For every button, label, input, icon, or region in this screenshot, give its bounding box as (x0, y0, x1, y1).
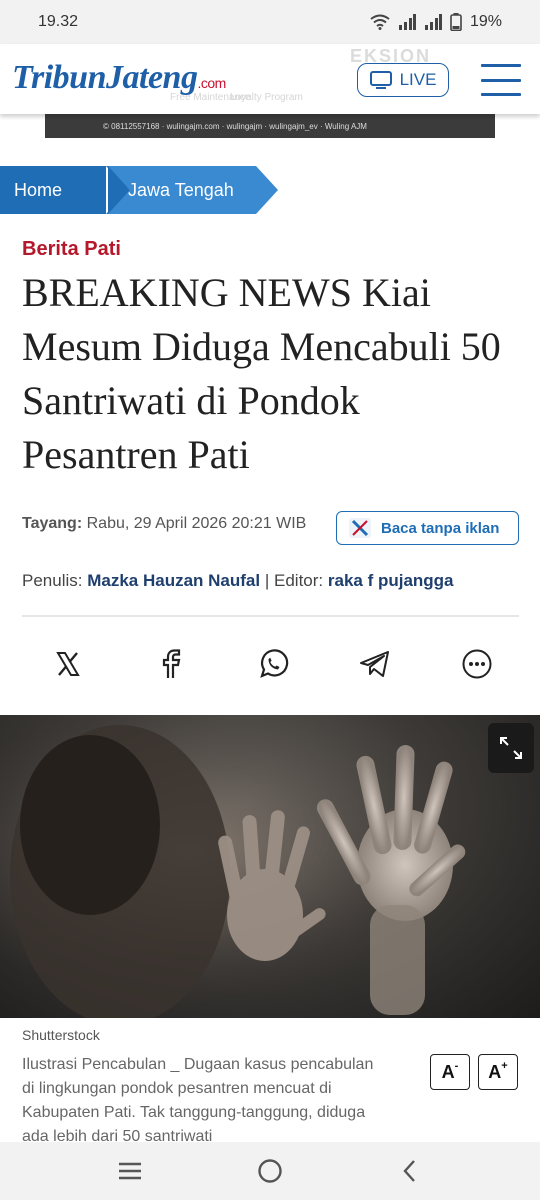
image-caption: Ilustrasi Pencabulan _ Dugaan kasus penc… (22, 1056, 374, 1141)
live-label: LIVE (399, 70, 437, 89)
logo-text: TribunJateng (12, 59, 198, 96)
byline: Penulis: Mazka Hauzan Naufal | Editor: r… (22, 571, 454, 591)
battery-icon (450, 13, 462, 31)
back-icon[interactable] (390, 1151, 430, 1191)
decrease-font-sign: - (454, 1060, 459, 1072)
publish-date: Rabu, 29 April 2026 20:21 WIB (86, 515, 307, 532)
breadcrumb-home-label: Home (14, 179, 63, 200)
illustration-image (0, 715, 540, 1018)
more-icon[interactable] (459, 646, 495, 682)
article-headline: BREAKING NEWS Kiai Mesum Diduga Mencabul… (22, 270, 501, 477)
article-category[interactable]: Berita Pati (22, 238, 121, 261)
system-nav-bar (0, 1142, 540, 1200)
read-ad-free-button[interactable]: Baca tanpa iklan (336, 511, 519, 545)
decrease-font-button[interactable]: A- (430, 1054, 470, 1090)
editor-name[interactable]: raka f pujangga (328, 571, 454, 590)
live-button[interactable]: LIVE (357, 63, 449, 97)
image-credit: Shutterstock (22, 1027, 100, 1043)
breadcrumb-home[interactable]: Home (0, 166, 130, 214)
wifi-icon (370, 14, 390, 30)
breadcrumb-section-label: Jawa Tengah (128, 179, 234, 200)
breadcrumb: Jawa Tengah Home (0, 166, 540, 214)
signal-icon (398, 14, 416, 30)
status-icons: 19% (370, 13, 502, 31)
site-header: EKSION Free Maintenance Loyalty Program … (0, 44, 540, 114)
ad-contact-text: © 08112557168 · wulingajm.com · wulingaj… (103, 121, 367, 131)
byline-separator: | (264, 571, 270, 590)
writer-name[interactable]: Mazka Hauzan Naufal (87, 571, 260, 590)
publish-info: Tayang: Rabu, 29 April 2026 20:21 WIB (22, 515, 306, 533)
recent-apps-icon[interactable] (110, 1151, 150, 1191)
article-hero-image[interactable] (0, 715, 540, 1018)
hamburger-menu-icon[interactable] (479, 60, 523, 100)
x-logo-icon (349, 518, 371, 538)
expand-image-button[interactable] (488, 723, 534, 773)
expand-icon (500, 737, 522, 759)
increase-font-button[interactable]: A + (478, 1054, 518, 1090)
signal-icon (424, 14, 442, 30)
telegram-icon[interactable] (357, 646, 393, 682)
logo-suffix: .com (197, 75, 226, 91)
increase-font-label: A (488, 1061, 502, 1082)
whatsapp-icon[interactable] (255, 646, 291, 682)
divider (22, 615, 519, 617)
tv-icon (369, 71, 392, 89)
home-icon[interactable] (250, 1151, 290, 1191)
status-bar: 19.32 19% (0, 0, 540, 44)
read-ad-free-label: Baca tanpa iklan (381, 519, 500, 537)
site-logo[interactable]: TribunJateng.com (12, 58, 226, 103)
facebook-icon[interactable] (152, 646, 188, 682)
battery-level: 19% (469, 13, 502, 30)
editor-label: Editor: (274, 571, 324, 590)
writer-label: Penulis: (22, 571, 83, 590)
publish-label: Tayang: (22, 515, 83, 532)
share-bar (22, 640, 519, 688)
increase-font-sign: + (501, 1060, 508, 1072)
decrease-font-label: A (441, 1061, 455, 1082)
ad-banner[interactable]: © 08112557168 · wulingajm.com · wulingaj… (45, 114, 495, 138)
status-time: 19.32 (38, 13, 79, 30)
x-icon[interactable] (50, 646, 86, 682)
